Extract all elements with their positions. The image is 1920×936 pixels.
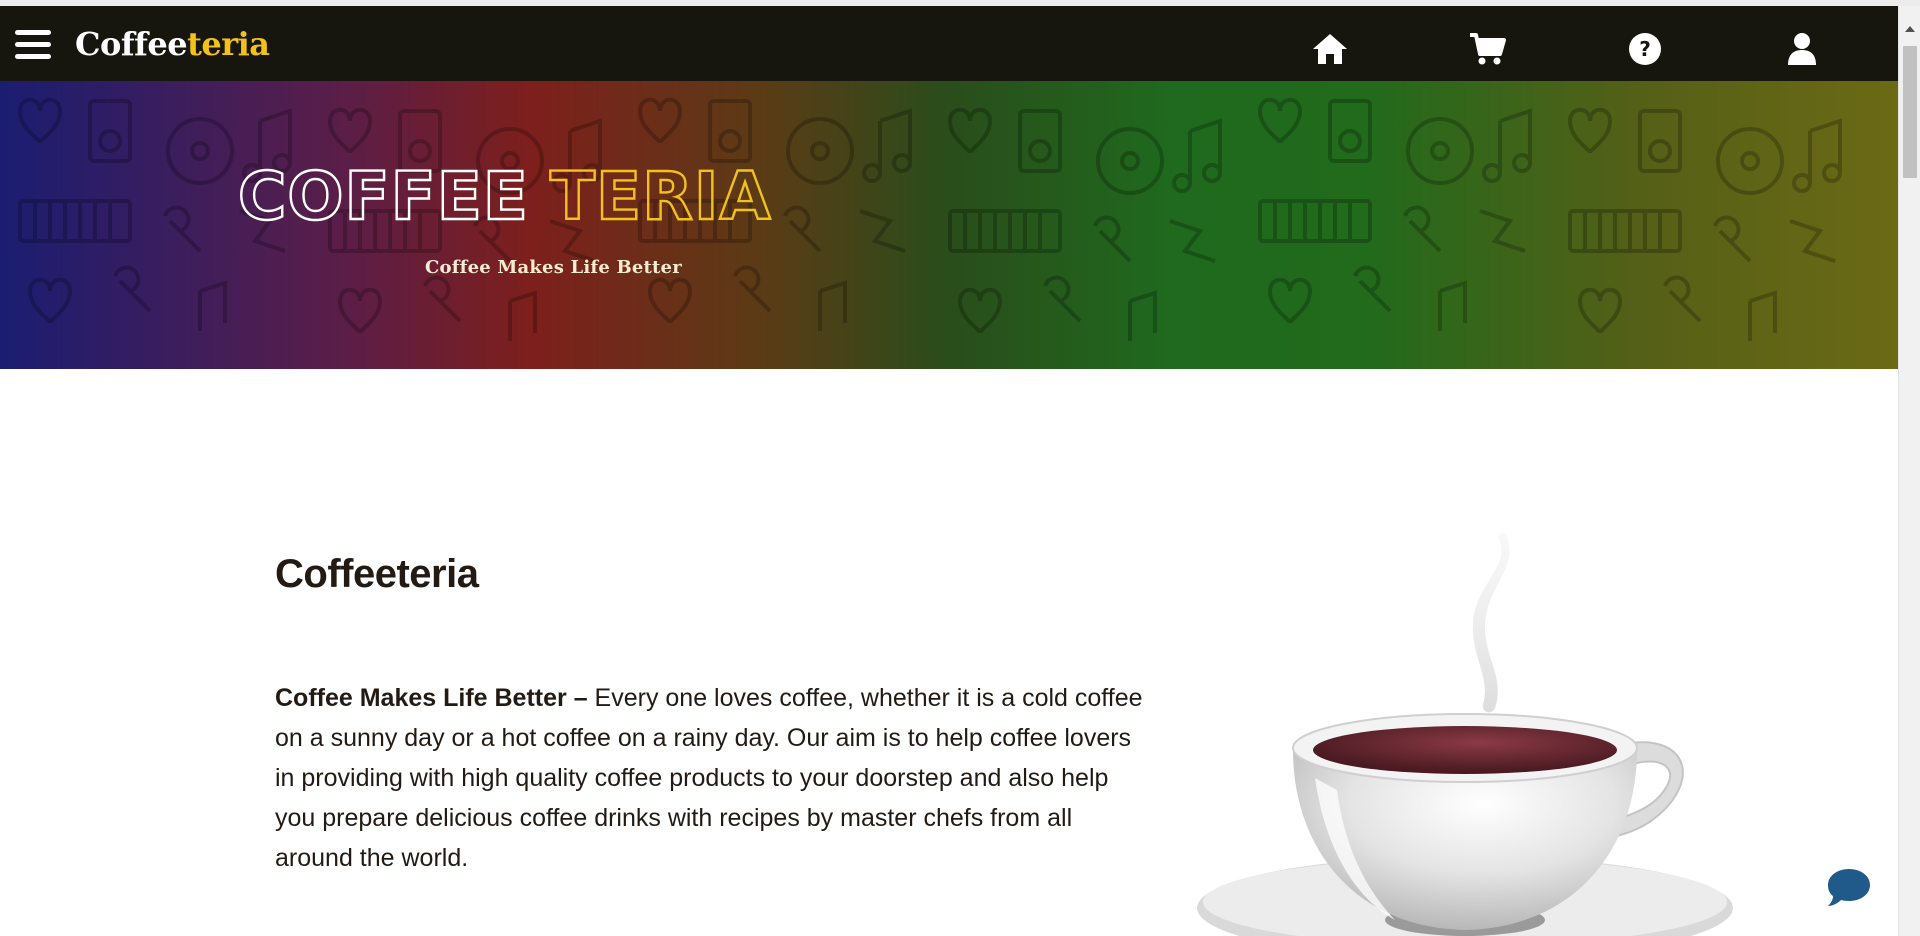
brand-logo-link[interactable]: Coffeeteria [75,24,270,64]
cart-icon[interactable] [1466,28,1508,70]
top-navbar: Coffeeteria ? [0,6,1898,81]
brand-main-text: Coffee [75,25,188,63]
menu-icon[interactable] [15,30,51,60]
hero-banner: COFFEE TERIA Coffee Makes Life Better [0,81,1898,369]
hero-title-main: COFFEE [238,159,529,229]
hero-title-accent: TERIA [550,159,772,229]
scroll-up-arrow-icon[interactable] [1905,26,1915,32]
user-icon[interactable] [1781,28,1823,70]
about-lead: Coffee Makes Life Better – [275,684,588,712]
about-heading: Coffeeteria [275,552,479,596]
chat-icon[interactable] [1826,866,1872,908]
help-icon[interactable]: ? [1624,28,1666,70]
hero-title-logo: COFFEE TERIA [237,157,798,236]
scroll-thumb[interactable] [1903,46,1917,178]
about-paragraph: Coffee Makes Life Better – Every one lov… [275,678,1155,878]
home-icon[interactable] [1309,28,1351,70]
about-body: Every one loves coffee, whether it is a … [275,684,1143,872]
vertical-scrollbar[interactable] [1898,6,1920,936]
svg-text:?: ? [1639,37,1651,61]
hero-subtitle: Coffee Makes Life Better [425,257,682,278]
brand-accent-text: teria [187,25,270,63]
coffee-cup-illustration [1185,528,1745,936]
